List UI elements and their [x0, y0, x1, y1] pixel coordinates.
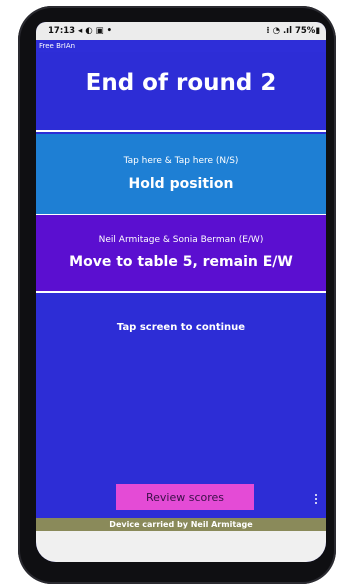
app-screen[interactable]: 17:13 ◂ ◐ ▣ • ⁝ ◔ .ıl 75%▮ Free BrIAn En…: [36, 22, 326, 562]
more-vert-icon[interactable]: [315, 494, 319, 508]
tap-to-continue-text[interactable]: Tap screen to continue: [36, 322, 326, 333]
app-bar: Free BrIAn: [36, 40, 326, 52]
status-bar: 17:13 ◂ ◐ ▣ • ⁝ ◔ .ıl 75%▮: [36, 22, 326, 40]
status-time: 17:13 ◂ ◐ ▣ •: [48, 26, 113, 36]
divider: [36, 291, 326, 293]
status-indicators: ⁝ ◔ .ıl 75%▮: [266, 26, 320, 36]
app-title: Free BrIAn: [39, 42, 76, 50]
system-nav-bar: [36, 531, 326, 562]
ns-pair-label[interactable]: Tap here & Tap here (N/S): [36, 156, 326, 166]
ew-instruction: Move to table 5, remain E/W: [69, 254, 293, 270]
ns-instruction: Hold position: [128, 176, 234, 192]
round-title: End of round 2: [85, 70, 277, 96]
ns-pair-panel[interactable]: Tap here & Tap here (N/S) Hold position: [36, 134, 326, 214]
divider: [36, 130, 326, 132]
device-carrier-footer: Device carried by Neil Armitage: [36, 518, 326, 531]
review-scores-button[interactable]: Review scores: [116, 484, 254, 510]
ew-pair-panel: Neil Armitage & Sonia Berman (E/W) Move …: [36, 215, 326, 291]
ew-pair-label: Neil Armitage & Sonia Berman (E/W): [98, 235, 264, 245]
